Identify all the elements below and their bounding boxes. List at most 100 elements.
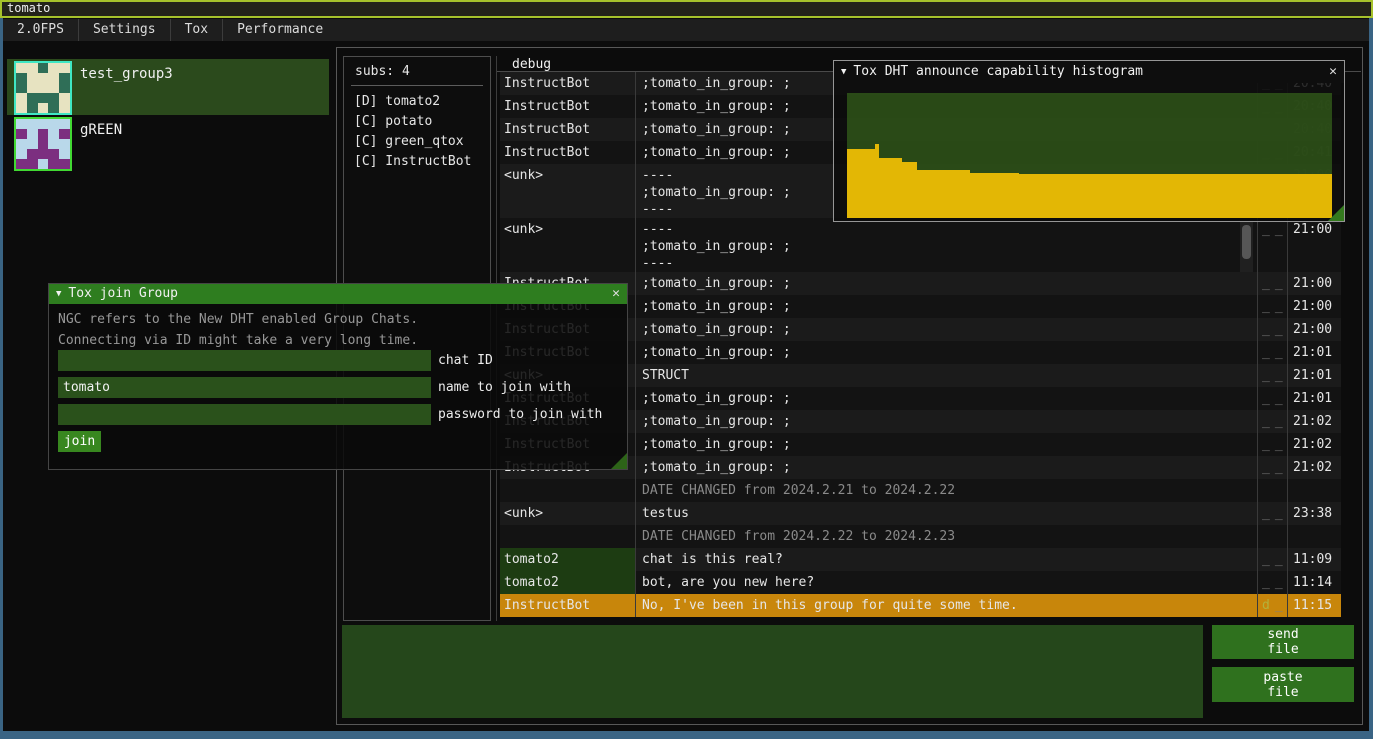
avatar-pixel — [27, 149, 38, 159]
flag: _ — [1275, 219, 1283, 272]
window-frame-right — [1369, 18, 1373, 731]
message-row[interactable]: tomato2bot, are you new here?__11:14 — [500, 571, 1341, 594]
message-row[interactable]: InstructBotNo, I've been in this group f… — [500, 594, 1341, 617]
flag: _ — [1275, 595, 1283, 617]
avatar-pixel — [59, 103, 70, 113]
avatar-pixel — [27, 129, 38, 139]
scrollbar-thumb[interactable] — [1242, 225, 1251, 259]
avatar-pixel — [38, 139, 49, 149]
menu-item-tox[interactable]: Tox — [171, 19, 222, 41]
message-row[interactable]: tomato2chat is this real?__11:09 — [500, 548, 1341, 571]
avatar-pixel — [16, 159, 27, 169]
group-item-green[interactable]: gREEN — [7, 115, 329, 171]
join-password-label: password to join with — [438, 404, 602, 425]
message-sender — [500, 525, 635, 548]
message-text: ;tomato_in_group: ; — [635, 456, 1257, 479]
flag: _ — [1275, 296, 1283, 318]
member-item-potato[interactable]: [C] potato — [354, 112, 471, 132]
avatar-pixel — [38, 83, 49, 93]
flag: _ — [1262, 319, 1270, 341]
message-input[interactable] — [342, 625, 1203, 718]
message-sender: <unk> — [500, 502, 635, 525]
date-row[interactable]: DATE CHANGED from 2024.2.22 to 2024.2.23 — [500, 525, 1341, 548]
avatar-pixel — [48, 139, 59, 149]
join-window-title: Tox join Group — [68, 284, 178, 304]
menu-item-settings[interactable]: Settings — [79, 19, 170, 41]
message-text: ;tomato_in_group: ; — [635, 272, 1257, 295]
join-button[interactable]: join — [58, 431, 101, 452]
message-flags: __ — [1257, 410, 1287, 433]
message-sender: tomato2 — [500, 571, 635, 594]
flag: _ — [1275, 319, 1283, 341]
collapse-icon[interactable]: ▼ — [56, 284, 61, 304]
menu-bar: 2.0FPSSettingsToxPerformance — [3, 19, 1369, 41]
dht-histogram-window: ▼ Tox DHT announce capability histogram … — [833, 60, 1345, 222]
flag: _ — [1262, 434, 1270, 456]
member-item-tomato2[interactable]: [D] tomato2 — [354, 92, 471, 112]
flag: d — [1262, 595, 1270, 617]
message-flags: __ — [1257, 433, 1287, 456]
message-timestamp: 21:00 — [1287, 218, 1336, 272]
flag: _ — [1262, 549, 1270, 571]
join-password-field[interactable] — [58, 404, 431, 425]
join-group-window: ▼ Tox join Group ✕ NGC refers to the New… — [48, 283, 628, 470]
message-row[interactable]: <unk>---- ;tomato_in_group: ; ----__21:0… — [500, 218, 1341, 272]
avatar-pixel — [48, 149, 59, 159]
join-window-titlebar[interactable]: ▼ Tox join Group ✕ — [49, 284, 627, 304]
flag: _ — [1275, 503, 1283, 525]
date-changed-text: DATE CHANGED from 2024.2.21 to 2024.2.22 — [635, 479, 1257, 502]
avatar-pixel — [16, 119, 27, 129]
menu-item-performance[interactable]: Performance — [223, 19, 337, 41]
avatar-pixel — [38, 159, 49, 169]
message-flags: __ — [1257, 548, 1287, 571]
join-window-body: NGC refers to the New DHT enabled Group … — [49, 304, 627, 469]
collapse-icon[interactable]: ▼ — [841, 61, 846, 83]
menu-item-2-0fps[interactable]: 2.0FPS — [3, 19, 78, 41]
avatar-pixel — [48, 119, 59, 129]
message-text: ;tomato_in_group: ; — [635, 410, 1257, 433]
message-text: testus — [635, 502, 1257, 525]
avatar-pixel — [16, 63, 27, 73]
avatar-pixel — [27, 139, 38, 149]
group-name: gREEN — [80, 122, 122, 138]
paste-file-button[interactable]: paste file — [1212, 667, 1354, 702]
flag: _ — [1262, 219, 1270, 272]
message-flags: __ — [1257, 387, 1287, 410]
avatar-pixel — [38, 149, 49, 159]
message-timestamp: 23:38 — [1287, 502, 1336, 525]
message-flags: __ — [1257, 502, 1287, 525]
member-item-green_qtox[interactable]: [C] green_qtox — [354, 132, 471, 152]
message-text: chat is this real? — [635, 548, 1257, 571]
date-row[interactable]: DATE CHANGED from 2024.2.21 to 2024.2.22 — [500, 479, 1341, 502]
message-timestamp: 21:02 — [1287, 433, 1336, 456]
resize-grip[interactable] — [1328, 205, 1344, 221]
separator — [351, 85, 483, 86]
flag: _ — [1275, 388, 1283, 410]
message-timestamp: 21:00 — [1287, 295, 1336, 318]
tab-debug[interactable]: debug — [512, 57, 551, 72]
message-row[interactable]: <unk>testus__23:38 — [500, 502, 1341, 525]
flag: _ — [1262, 388, 1270, 410]
histogram-window-titlebar[interactable]: ▼ Tox DHT announce capability histogram … — [834, 61, 1344, 83]
message-flags: __ — [1257, 218, 1287, 272]
send-file-button[interactable]: send file — [1212, 625, 1354, 659]
chat-id-field[interactable] — [58, 350, 431, 371]
group-item-test_group3[interactable]: test_group3 — [7, 59, 329, 115]
message-text: STRUCT — [635, 364, 1257, 387]
avatar-pixel — [48, 103, 59, 113]
member-item-instructbot[interactable]: [C] InstructBot — [354, 152, 471, 172]
message-flags: __ — [1257, 318, 1287, 341]
close-icon[interactable]: ✕ — [1329, 61, 1337, 83]
flag: _ — [1275, 273, 1283, 295]
close-icon[interactable]: ✕ — [612, 284, 620, 304]
os-titlebar: tomato — [0, 0, 1373, 18]
join-name-field[interactable]: tomato — [58, 377, 431, 398]
message-sender: InstructBot — [500, 95, 635, 118]
chat-scrollbar[interactable] — [1240, 222, 1253, 272]
avatar-pixel — [27, 83, 38, 93]
message-text: bot, are you new here? — [635, 571, 1257, 594]
avatar-pixel — [38, 119, 49, 129]
avatar-pixel — [59, 119, 70, 129]
flag: _ — [1275, 342, 1283, 364]
resize-grip[interactable] — [611, 453, 627, 469]
